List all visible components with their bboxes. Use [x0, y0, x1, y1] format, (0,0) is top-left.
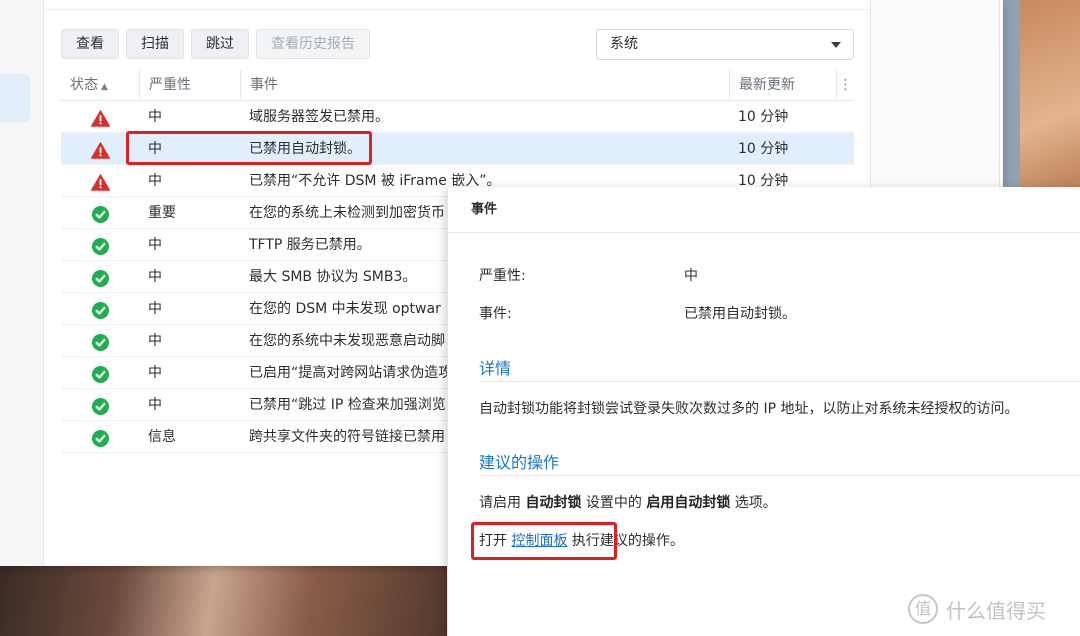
table-row[interactable]: 中 域服务器签发已禁用。 10 分钟 [61, 101, 854, 133]
toolbar: 查看 扫描 跳过 查看历史报告 [61, 29, 370, 59]
action-text-part: 设置中的 [581, 495, 647, 511]
action-text-part: 选项。 [730, 495, 777, 511]
event-value: 已禁用自动封锁。 [684, 306, 796, 322]
row-updated: 10 分钟 [738, 109, 789, 125]
chevron-down-icon [831, 42, 841, 48]
row-severity: 中 [148, 173, 162, 189]
row-status [61, 197, 139, 229]
category-select[interactable]: 系统 [596, 29, 854, 60]
enable-auto-block-option-name: 启用自动封锁 [646, 495, 731, 511]
row-status [61, 165, 139, 197]
row-status [61, 357, 139, 389]
skip-button[interactable]: 跳过 [191, 29, 249, 59]
watermark-logo-icon: 值 [908, 594, 938, 624]
column-header-updated[interactable]: 最新更新 [729, 70, 836, 101]
check-circle-icon [91, 427, 109, 447]
severity-label: 严重性: [479, 268, 526, 284]
row-status [61, 101, 139, 133]
watermark-text: 什么值得买 [946, 598, 1046, 623]
red-highlight-box-link [471, 522, 617, 560]
warning-icon [90, 171, 110, 191]
warning-icon [90, 139, 110, 159]
action-text-part: 请启用 [479, 495, 526, 511]
sidebar [0, 0, 44, 566]
table-header: 状态 ▲ 严重性 事件 最新更新 ⋮ [61, 70, 854, 101]
row-severity: 中 [148, 237, 162, 253]
check-circle-icon [91, 203, 109, 223]
red-highlight-box-row [126, 131, 372, 165]
row-severity: 中 [148, 269, 162, 285]
row-status [61, 293, 139, 325]
watermark: 值 什么值得买 [908, 594, 1046, 624]
row-severity: 中 [148, 301, 162, 317]
check-circle-icon [91, 267, 109, 287]
row-severity: 中 [148, 109, 162, 125]
row-severity: 中 [148, 397, 162, 413]
row-status [61, 389, 139, 421]
row-severity: 中 [148, 365, 162, 381]
column-header-severity[interactable]: 严重性 [139, 70, 240, 101]
check-circle-icon [91, 235, 109, 255]
row-updated: 10 分钟 [738, 141, 789, 157]
dialog-title: 事件 [448, 187, 1080, 233]
row-severity: 信息 [148, 429, 176, 445]
suggested-action-heading: 建议的操作 [479, 453, 560, 472]
scan-button[interactable]: 扫描 [126, 29, 184, 59]
desktop-wallpaper-bottom [0, 566, 470, 636]
row-status [61, 421, 139, 453]
details-text: 自动封锁功能将封锁尝试登录失败次数过多的 IP 地址，以防止对系统未经授权的访问… [479, 401, 1019, 417]
details-heading: 详情 [479, 359, 512, 378]
row-status [61, 229, 139, 261]
check-circle-icon [91, 331, 109, 351]
action-divider [479, 475, 1080, 476]
event-label: 事件: [479, 306, 512, 322]
severity-value: 中 [684, 268, 698, 284]
check-circle-icon [91, 363, 109, 383]
history-report-button[interactable]: 查看历史报告 [256, 29, 370, 59]
event-detail-dialog: 事件 严重性: 中 事件: 已禁用自动封锁。 详情 自动封锁功能将封锁尝试登录失… [447, 187, 1080, 636]
window-top-strip [44, 0, 870, 10]
sort-ascending-icon: ▲ [101, 82, 108, 92]
row-severity: 中 [148, 333, 162, 349]
row-status [61, 325, 139, 357]
view-button[interactable]: 查看 [61, 29, 119, 59]
category-select-value: 系统 [610, 36, 638, 52]
column-header-status[interactable]: 状态 ▲ [61, 70, 139, 101]
row-event: 域服务器签发已禁用。 [249, 109, 389, 125]
sidebar-item-active[interactable] [0, 74, 30, 122]
warning-icon [90, 107, 110, 127]
row-status [61, 261, 139, 293]
check-circle-icon [91, 395, 109, 415]
row-severity: 重要 [148, 205, 176, 221]
action-instruction: 请启用 自动封锁 设置中的 启用自动封锁 选项。 [479, 492, 777, 512]
column-header-status-label: 状态 [70, 77, 98, 93]
auto-block-setting-name: 自动封锁 [525, 495, 582, 511]
details-divider [479, 381, 1080, 382]
column-options-icon[interactable]: ⋮ [836, 70, 854, 101]
column-header-event[interactable]: 事件 [240, 70, 729, 101]
check-circle-icon [91, 299, 109, 319]
